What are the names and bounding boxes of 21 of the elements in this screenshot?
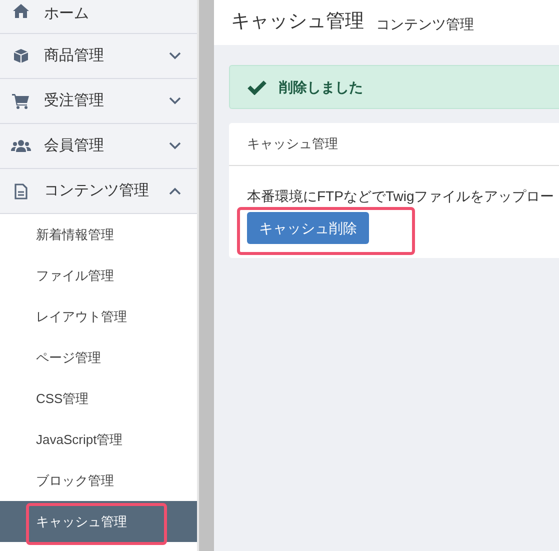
- submenu-item[interactable]: CSS管理: [36, 388, 89, 408]
- cart-icon: [12, 93, 30, 109]
- cache-delete-button[interactable]: キャッシュ削除: [247, 212, 369, 244]
- submenu-item[interactable]: 新着情報管理: [36, 224, 114, 244]
- submenu-item[interactable]: レイアウト管理: [36, 306, 127, 326]
- submenu-item[interactable]: ブロック管理: [36, 470, 114, 490]
- page-title: キャッシュ管理: [231, 12, 364, 31]
- document-icon: [14, 182, 28, 200]
- scrollbar-track[interactable]: [197, 0, 214, 551]
- submenu-item[interactable]: ファイル管理: [36, 266, 114, 286]
- home-icon: [12, 3, 30, 19]
- cube-icon: [13, 48, 29, 64]
- users-icon: [11, 139, 31, 153]
- page-subtitle: コンテンツ管理: [376, 17, 474, 31]
- sidebar-item[interactable]: ホーム: [0, 0, 197, 34]
- card-text: 本番環境にFTPなどでTwigファイルをアップロー: [247, 187, 556, 206]
- submenu-item[interactable]: JavaScript管理: [36, 430, 123, 450]
- submenu-item[interactable]: ページ管理: [36, 348, 101, 368]
- alert-message: 削除しました: [279, 78, 363, 96]
- check-icon: [247, 79, 267, 95]
- card-title: キャッシュ管理: [247, 135, 338, 154]
